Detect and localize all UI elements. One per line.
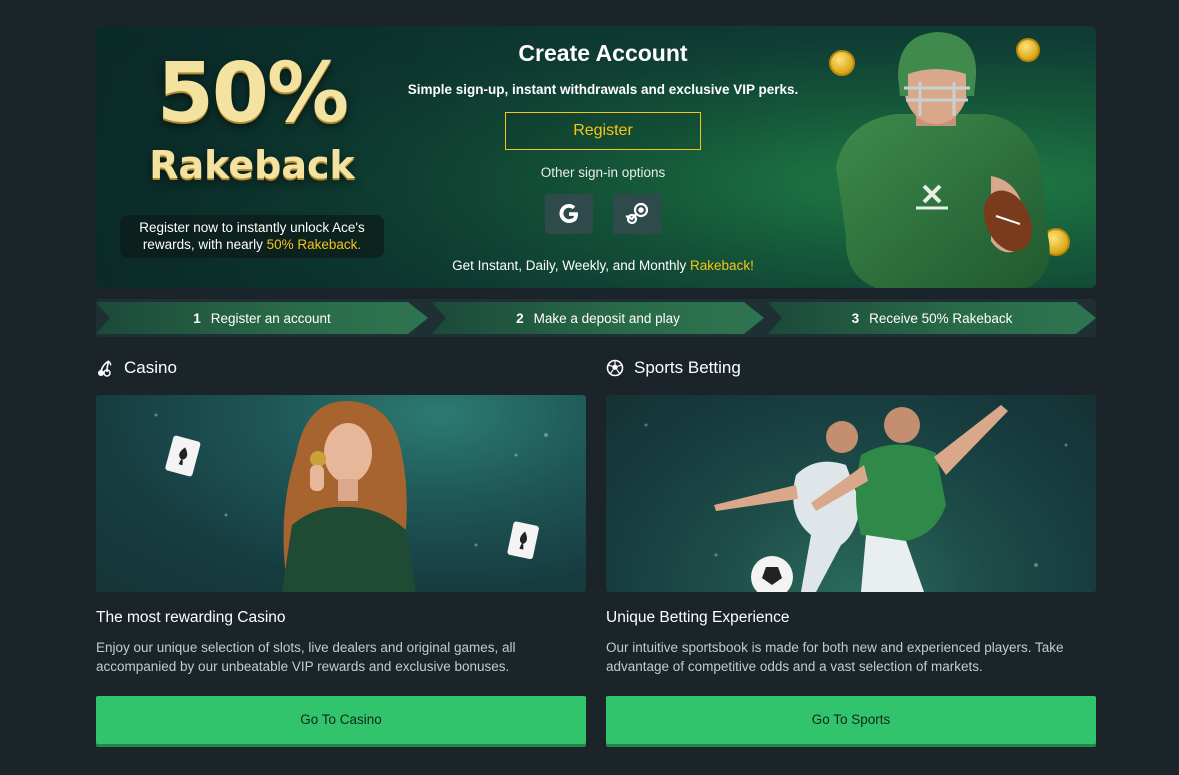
casino-dealer-illustration [154,400,548,592]
step-label: Register an account [210,310,331,326]
soccer-players-illustration [644,405,1068,592]
rakeback-footer-main: Get Instant, Daily, Weekly, and Monthly [452,258,691,273]
sports-heading: Unique Betting Experience [606,609,790,626]
create-account-panel: Create Account Simple sign-up, instant w… [386,26,820,288]
register-button[interactable]: Register [505,112,701,150]
google-signin-button[interactable] [545,194,593,234]
cherry-icon [98,360,112,377]
rakeback-hero-banner: 50% Rakeback Register now to instantly u… [96,26,1096,288]
casino-section-title: Casino [96,358,177,378]
go-to-casino-button[interactable]: Go To Casino [96,696,586,744]
soccer-ball-icon [606,359,624,377]
promo-note: Register now to instantly unlock Ace's r… [120,215,384,258]
promo-percent: 50% [156,46,349,141]
step-number: 1 [193,310,201,326]
step-number: 2 [516,310,524,326]
step-2: 2 Make a deposit and play [432,302,764,334]
create-account-subtitle: Simple sign-up, instant withdrawals and … [407,82,799,97]
promo-note-line-1: Register now to instantly unlock Ace's [139,220,365,235]
step-label: Receive 50% Rakeback [869,310,1013,326]
playing-card-icon [507,521,539,560]
promo-note-line-2: rewards, with nearly [142,237,267,252]
playing-card-icon [165,435,201,477]
google-icon [559,204,578,223]
sports-description: Our intuitive sportsbook is made for bot… [606,640,1064,674]
coin-icon [829,50,855,76]
go-to-sports-button[interactable]: Go To Sports [606,696,1096,744]
football-player-illustration [829,32,1070,288]
rakeback-footer-highlight: Rakeback! [690,258,754,273]
promo-rakeback-word: Rakeback [149,143,355,187]
steam-icon [625,202,649,225]
steam-signin-button[interactable] [613,194,661,234]
sports-banner-image[interactable] [606,395,1096,592]
sports-section-label: Sports Betting [634,358,741,377]
step-1: 1 Register an account [96,302,428,334]
casino-heading: The most rewarding Casino [96,609,286,626]
promo-note-highlight: 50% Rakeback. [266,237,362,252]
casino-banner-image[interactable] [96,395,586,592]
other-signin-label: Other sign-in options [540,165,666,180]
step-label: Make a deposit and play [533,310,680,326]
casino-section-label: Casino [124,358,177,377]
step-number: 3 [851,310,860,326]
create-account-title: Create Account [518,40,688,66]
sports-section-title: Sports Betting [606,358,741,378]
rakeback-steps: 1 Register an account 2 Make a deposit and… [96,299,1096,337]
rakeback-footer-text: Get Instant, Daily, Weekly, and Monthly … [386,258,820,273]
coin-icon [1016,38,1040,62]
step-3: 3 Receive 50% Rakeback [768,302,1096,334]
casino-description: Enjoy our unique selection of slots, liv… [96,640,516,674]
